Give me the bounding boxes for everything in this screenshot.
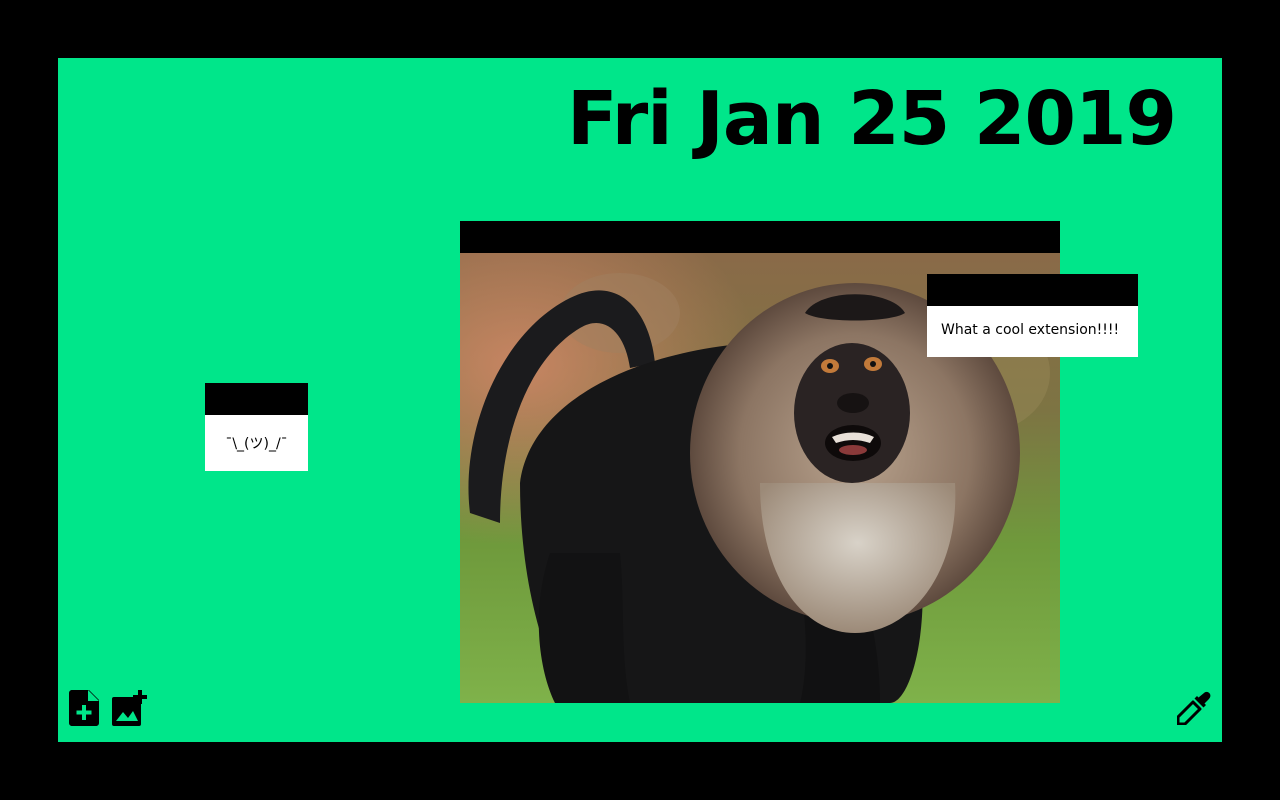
eyedropper-icon xyxy=(1177,691,1211,725)
sticky-note[interactable]: What a cool extension!!!! xyxy=(927,274,1138,357)
note-text[interactable]: What a cool extension!!!! xyxy=(927,306,1138,354)
note-text[interactable]: ¯\_(ツ)_/¯ xyxy=(205,415,308,471)
date-heading: Fri Jan 25 2019 xyxy=(566,76,1177,162)
add-image-icon xyxy=(112,690,147,726)
color-picker-button[interactable] xyxy=(1176,690,1212,726)
sticky-note[interactable]: ¯\_(ツ)_/¯ xyxy=(205,383,308,471)
image-card-drag-handle[interactable] xyxy=(460,221,1060,253)
note-drag-handle[interactable] xyxy=(927,274,1138,306)
add-note-button[interactable] xyxy=(66,690,102,726)
add-image-button[interactable] xyxy=(112,690,148,726)
note-drag-handle[interactable] xyxy=(205,383,308,415)
add-note-icon xyxy=(69,690,99,726)
board: Fri Jan 25 2019 ¯\_(ツ)_/¯ What a cool ex… xyxy=(58,58,1222,742)
